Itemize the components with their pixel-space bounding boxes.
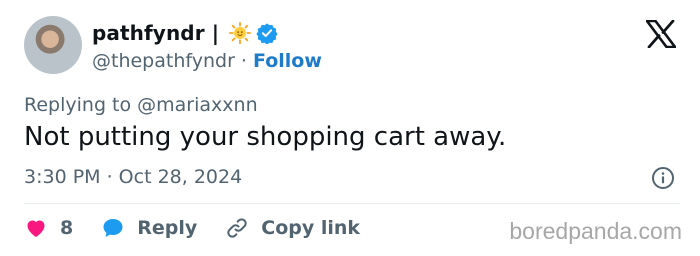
heart-icon	[27, 220, 45, 237]
watermark: boredpanda.com	[509, 218, 682, 244]
author-handle[interactable]: @thepathfyndr	[92, 50, 235, 72]
replying-prefix: Replying to	[24, 94, 138, 116]
like-button[interactable]: 8	[24, 216, 73, 240]
author-name-row: pathfyndr |	[92, 21, 278, 45]
handle-separator: ·	[234, 50, 254, 72]
like-count: 8	[60, 217, 74, 239]
link-icon	[227, 218, 247, 238]
follow-button[interactable]: Follow	[253, 50, 322, 72]
avatar[interactable]	[24, 16, 82, 74]
action-bar: 8 Reply Copy link	[24, 216, 388, 240]
divider	[24, 203, 680, 204]
replying-to-line: Replying to @mariaxxnn	[24, 94, 258, 116]
sun-emoji-icon	[229, 22, 252, 44]
verified-badge-icon	[256, 23, 278, 44]
info-icon[interactable]	[651, 166, 675, 190]
author-display-name[interactable]: pathfyndr |	[92, 21, 219, 45]
reply-label: Reply	[137, 217, 198, 239]
tweet-timestamp[interactable]: 3:30 PM · Oct 28, 2024	[24, 166, 242, 188]
reply-button[interactable]: Reply	[101, 216, 197, 240]
x-logo-icon[interactable]	[646, 20, 676, 48]
replying-to-handle[interactable]: @mariaxxnn	[137, 94, 257, 116]
copy-link-button[interactable]: Copy link	[225, 216, 360, 240]
speech-bubble-icon	[103, 219, 123, 237]
copy-link-label: Copy link	[261, 217, 361, 239]
tweet-text: Not putting your shopping cart away.	[24, 122, 507, 152]
author-handle-row: @thepathfyndr · Follow	[92, 50, 322, 72]
